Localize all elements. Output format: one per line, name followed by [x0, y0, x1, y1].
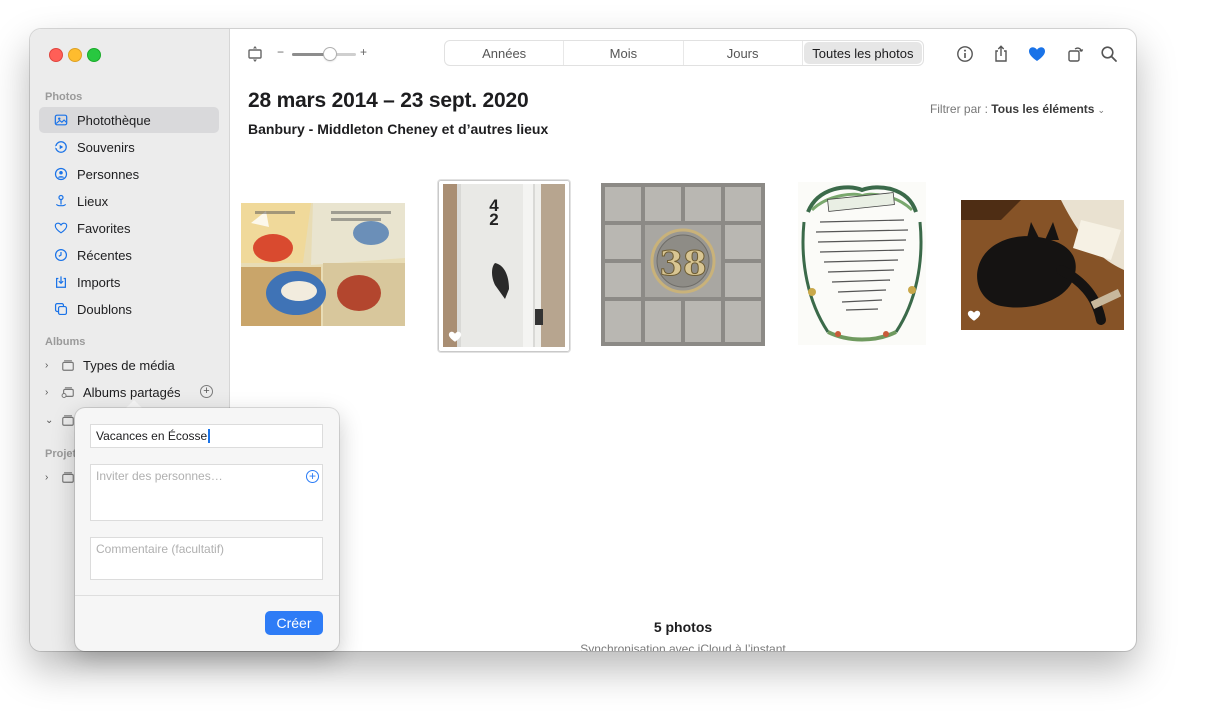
sidebar-album-media-types[interactable]: › Types de média [45, 354, 175, 376]
shared-album-icon [61, 385, 75, 399]
sidebar-item-label: Lieux [77, 193, 109, 209]
share-icon[interactable] [990, 43, 1012, 65]
chevron-right-icon[interactable]: › [45, 360, 55, 371]
chevron-right-icon[interactable]: › [45, 387, 55, 398]
favorite-heart-icon[interactable] [1026, 43, 1048, 65]
filter-label: Filtrer par : [929, 102, 988, 116]
add-person-icon[interactable]: + [306, 470, 319, 483]
photo-thumbnail-note[interactable] [798, 182, 926, 345]
clock-icon [54, 248, 68, 262]
photo-thumbnail-comic[interactable] [241, 203, 405, 326]
location-subtitle: Banbury - Middleton Cheney et d’autres l… [248, 121, 549, 137]
toolbar: − + Années Mois Jours Toutes les photos [230, 29, 1136, 79]
import-icon [54, 275, 68, 289]
sidebar-item-favorites[interactable]: Favorites [39, 215, 219, 241]
tab-months[interactable]: Mois [564, 41, 684, 65]
comment-input[interactable]: Commentaire (facultatif) [90, 537, 323, 580]
sidebar-section-projects: Projet [45, 448, 77, 460]
favorite-badge-icon [448, 331, 462, 342]
icloud-sync-status: Synchronisation avec iCloud à l’instant [580, 642, 786, 651]
zoom-out-label[interactable]: − [277, 45, 284, 59]
sidebar-item-places[interactable]: Lieux [39, 188, 219, 214]
album-stack-icon [61, 413, 75, 427]
album-stack-icon [61, 470, 75, 484]
photo-thumbnail-cat[interactable] [961, 200, 1124, 330]
sidebar-item-library[interactable]: Photothèque [39, 107, 219, 133]
library-icon [54, 113, 68, 127]
comment-placeholder: Commentaire (facultatif) [96, 542, 225, 556]
sidebar-section-albums: Albums [45, 336, 86, 348]
filter-menu[interactable]: Filtrer par : Tous les éléments ⌄ [930, 102, 1105, 116]
photo-thumbnail-door[interactable]: 42 [438, 180, 570, 352]
search-icon[interactable] [1098, 43, 1120, 65]
sidebar-item-imports[interactable]: Imports [39, 269, 219, 295]
photo-library-view: 28 mars 2014 – 23 sept. 2020 Banbury - M… [230, 79, 1136, 651]
chevron-down-icon[interactable]: ⌄ [45, 415, 55, 426]
sidebar-item-label: Personnes [77, 166, 140, 182]
sidebar-item-label: Photothèque [77, 112, 151, 128]
aspect-toggle-icon[interactable] [244, 43, 266, 65]
album-name-input[interactable]: Vacances en Écosse [90, 424, 323, 448]
duplicates-icon [54, 302, 68, 316]
create-album-button[interactable]: Créer [265, 611, 323, 635]
zoom-slider[interactable] [292, 48, 356, 60]
popover-divider [75, 595, 339, 596]
sidebar-item-recents[interactable]: Récentes [39, 242, 219, 268]
chevron-right-icon[interactable]: › [45, 472, 55, 483]
places-icon [54, 194, 68, 208]
glass-number: 38 [659, 244, 707, 285]
sidebar-item-people[interactable]: Personnes [39, 161, 219, 187]
invite-people-input[interactable]: Inviter des personnes… + [90, 464, 323, 521]
zoom-window-button[interactable] [87, 48, 101, 62]
sidebar-album-label: Albums partagés [83, 384, 181, 400]
sidebar-item-label: Récentes [77, 247, 132, 263]
sidebar-item-label: Favorites [77, 220, 131, 236]
sidebar-album-label: Types de média [83, 357, 175, 373]
rotate-icon[interactable] [1064, 43, 1086, 65]
filter-value: Tous les éléments [991, 102, 1095, 116]
new-shared-album-popover: Vacances en Écosse Inviter des personnes… [75, 408, 339, 651]
people-icon [54, 167, 68, 181]
text-caret [208, 429, 211, 443]
close-window-button[interactable] [49, 48, 63, 62]
date-range-title: 28 mars 2014 – 23 sept. 2020 [248, 89, 529, 112]
door-number: 42 [489, 196, 499, 229]
sidebar-album-shared[interactable]: › Albums partagés [45, 381, 181, 403]
sidebar-item-duplicates[interactable]: Doublons [39, 296, 219, 322]
album-name-value: Vacances en Écosse [96, 429, 208, 443]
add-shared-album-button[interactable]: + [200, 385, 213, 398]
sidebar-item-memories[interactable]: Souvenirs [39, 134, 219, 160]
zoom-in-label[interactable]: + [360, 45, 367, 59]
chevron-down-icon: ⌄ [1097, 105, 1105, 115]
album-stack-icon [61, 358, 75, 372]
sidebar-section-photos: Photos [45, 91, 83, 103]
zoom-slider-knob[interactable] [324, 48, 337, 60]
memories-icon [54, 140, 68, 154]
sidebar-item-label: Doublons [77, 301, 132, 317]
view-segmented-control: Années Mois Jours Toutes les photos [444, 40, 924, 66]
photo-count: 5 photos [653, 619, 713, 635]
tab-days[interactable]: Jours [684, 41, 803, 65]
invite-placeholder: Inviter des personnes… [96, 469, 223, 483]
minimize-window-button[interactable] [68, 48, 82, 62]
info-icon[interactable] [954, 43, 976, 65]
heart-icon [54, 221, 68, 235]
sidebar-item-label: Souvenirs [77, 139, 135, 155]
photo-thumbnail-glass[interactable]: 38 [601, 183, 765, 346]
tab-years[interactable]: Années [445, 41, 565, 65]
tab-all-photos[interactable]: Toutes les photos [803, 42, 922, 64]
sidebar-item-label: Imports [77, 274, 121, 290]
favorite-badge-icon [967, 310, 981, 321]
